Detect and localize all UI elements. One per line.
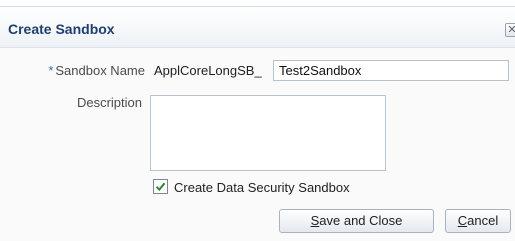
- close-icon[interactable]: ✕: [505, 23, 515, 37]
- save-label-rest: ave and Close: [319, 213, 403, 228]
- cancel-button[interactable]: Cancel: [445, 209, 511, 233]
- sandbox-name-label: * Sandbox Name: [30, 63, 145, 78]
- data-security-checkbox-label[interactable]: Create Data Security Sandbox: [174, 180, 350, 195]
- required-marker: *: [48, 63, 54, 78]
- dialog-title: Create Sandbox: [8, 21, 115, 37]
- data-security-checkbox[interactable]: [153, 179, 168, 194]
- create-sandbox-dialog: Create Sandbox ✕ *Sandbox Name ApplCoreL…: [0, 6, 515, 241]
- description-label: Description: [76, 95, 142, 110]
- checkmark-icon: [155, 182, 166, 192]
- dialog-titlebar: Create Sandbox ✕: [0, 7, 515, 48]
- cancel-label-rest: ancel: [467, 213, 499, 228]
- sandbox-name-input[interactable]: [273, 60, 509, 81]
- sandbox-name-prefix: ApplCoreLongSB_: [154, 63, 262, 78]
- description-input[interactable]: [150, 95, 386, 171]
- save-accelerator: S: [310, 213, 320, 228]
- cancel-accelerator: C: [457, 213, 468, 228]
- save-and-close-button[interactable]: Save and Close: [279, 209, 434, 233]
- sandbox-name-label-text: Sandbox Name: [55, 63, 145, 78]
